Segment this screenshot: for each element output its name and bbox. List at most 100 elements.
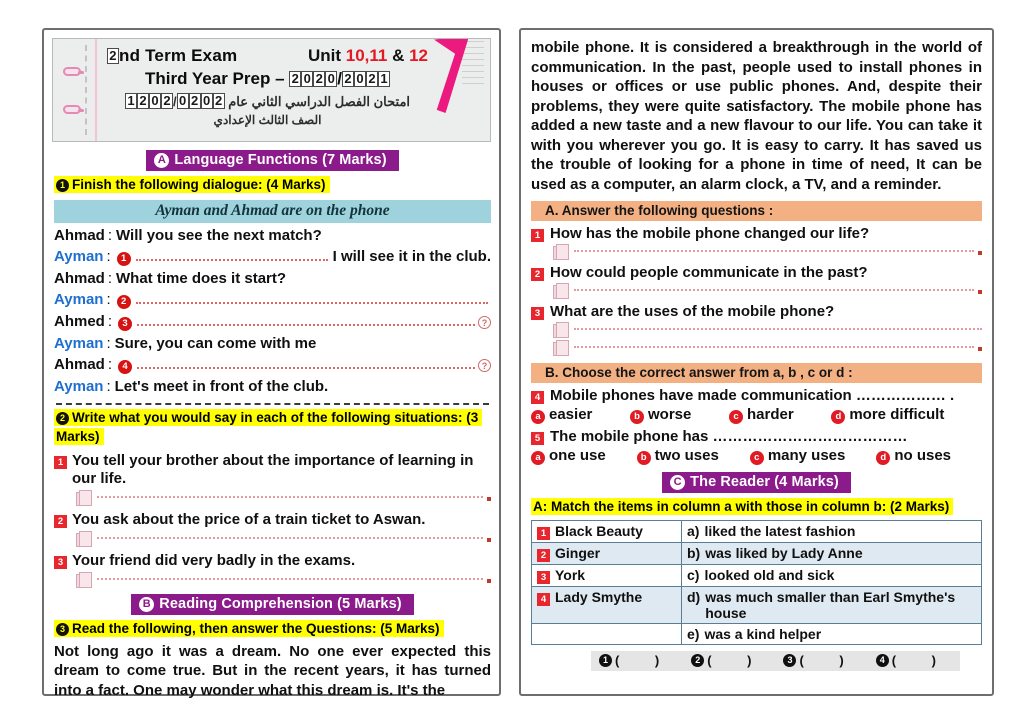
mcq-option[interactable]: c harder (729, 406, 831, 424)
answer-slot-parentheses[interactable]: ( ) (615, 653, 675, 668)
question-text: How has the mobile phone changed our lif… (550, 225, 870, 242)
match-item-number: 2 (537, 548, 550, 562)
mcq-option[interactable]: a one use (531, 447, 637, 465)
column-a-cell (531, 622, 682, 645)
boxed-digit: 0 (301, 71, 314, 87)
answer-blank[interactable] (574, 346, 974, 348)
answer-blank[interactable] (574, 289, 974, 291)
paper-stack-icon (76, 489, 92, 506)
answer-slot-parentheses[interactable]: ( ) (707, 653, 767, 668)
exam-title: 2nd Term Exam (107, 46, 237, 66)
dialogue-speaker: Ayman (54, 247, 104, 265)
dialogue-line: Ayman:2 (54, 291, 491, 309)
dialogue-speaker: Ahmad (54, 226, 105, 244)
match-option-label: a) (687, 522, 700, 539)
mcq-option[interactable]: a easier (531, 406, 630, 424)
dialogue-answer-blank[interactable] (137, 323, 475, 326)
dialogue-trailing-text: I will see it in the club. (332, 247, 491, 265)
situation-text: Your friend did very badly in the exams. (72, 551, 356, 569)
mcq-option-text: no uses (894, 447, 952, 464)
situation-answer-line[interactable] (76, 571, 491, 588)
situation-number: 1 (54, 455, 67, 469)
comprehension-question: 1 How has the mobile phone changed our li… (531, 225, 982, 242)
question-answer-line[interactable] (553, 244, 982, 260)
section-b-banner: B Reading Comprehension (5 Marks) (131, 593, 414, 615)
paper-stack-icon (553, 244, 569, 260)
paper-stack-icon (76, 571, 92, 588)
answer-slot[interactable]: 1( ) (598, 653, 675, 668)
comprehension-question: 2 How could people communicate in the pas… (531, 264, 982, 281)
answer-blank[interactable] (574, 250, 974, 252)
line-end-marker (487, 537, 491, 542)
answer-blank[interactable] (97, 577, 483, 580)
unit-last-number: 12 (409, 46, 428, 65)
question-text: How could people communicate in the past… (550, 264, 868, 281)
mcq-option[interactable]: c many uses (749, 447, 877, 465)
match-option-label: c) (687, 566, 700, 583)
question-two-heading: 2 Write what you would say in each of the… (54, 408, 483, 446)
question-text: What are the uses of the mobile phone? (550, 303, 835, 320)
question-one-heading: 1 Finish the following dialogue: (4 Marks… (54, 176, 330, 193)
match-item-number: 4 (537, 592, 550, 606)
arabic-exam-line: امتحان الفصل الدراسي الثاني عام 2020/202… (107, 93, 428, 110)
question-number: 1 (531, 229, 544, 242)
grade-and-year-line: Third Year Prep – 2 0 2 0/2 0 2 1 (107, 69, 428, 89)
column-a-cell: 3 York (531, 563, 682, 587)
boxed-digit: 2 (313, 71, 326, 87)
question-two-title: Write what you would say in each of the … (56, 409, 479, 445)
mcq-option-letter: b (636, 451, 651, 465)
mcq-option[interactable]: d more difficult (831, 406, 982, 424)
dialogue-speaker: Ayman (54, 290, 104, 308)
dialogue-line: Ahmad: Will you see the next match? (54, 227, 491, 244)
dialogue-colon: : (106, 377, 111, 395)
dialogue-answer-blank[interactable] (135, 258, 328, 261)
mcq-option[interactable]: b two uses (636, 447, 750, 465)
mcq-option-text: one use (549, 447, 606, 464)
dialogue-line: Ayman:1 I will see it in the club. (54, 248, 491, 266)
dialogue-speaker: Ahmed (54, 312, 105, 330)
question-three-number: 3 (56, 622, 69, 636)
question-two-number: 2 (56, 411, 69, 425)
question-one-title: Finish the following dialogue: (4 Marks) (72, 177, 326, 192)
answer-slot[interactable]: 3( ) (783, 653, 859, 668)
answer-slot[interactable]: 2( ) (691, 653, 767, 668)
mcq-option-text: more difficult (849, 406, 945, 423)
boxed-digit: 2 (289, 71, 302, 87)
answer-slot-parentheses[interactable]: ( ) (892, 653, 952, 668)
boxed-digit: 2 (160, 93, 173, 109)
situation-answer-line[interactable] (76, 489, 491, 506)
answer-slot-parentheses[interactable]: ( ) (799, 653, 859, 668)
question-answer-line[interactable] (553, 283, 982, 299)
question-answer-line[interactable] (553, 322, 982, 338)
section-letter-c-icon: C (670, 475, 686, 490)
mcq-option[interactable]: d no uses (876, 447, 982, 465)
match-answer-slots[interactable]: 1( ) 2( ) 3( ) 4( ) (591, 650, 960, 671)
paper-stack-icon (553, 283, 569, 299)
answer-slot[interactable]: 4( ) (875, 653, 952, 668)
answer-blank[interactable] (97, 536, 483, 539)
dialogue-text: Sure, you can come with me (114, 334, 317, 352)
answer-blank[interactable] (574, 328, 982, 330)
line-end-marker (487, 496, 491, 501)
paper-stack-icon (553, 340, 569, 356)
question-three-heading: 3 Read the following, then answer the Que… (54, 619, 444, 637)
question-mark-icon: ? (478, 315, 491, 329)
line-end-marker (978, 251, 982, 255)
answer-blank[interactable] (97, 495, 483, 498)
right-page-column: mobile phone. It is considered a breakth… (519, 28, 994, 696)
situation-answer-line[interactable] (76, 530, 491, 547)
mcq-option-text: harder (747, 406, 794, 423)
question-answer-line[interactable] (553, 340, 982, 356)
question-two-heading-wrap: 2 Write what you would say in each of the… (54, 408, 491, 447)
dialogue-line: Ahmad:4? (54, 356, 491, 374)
line-end-marker (978, 290, 982, 294)
mcq-option[interactable]: b worse (630, 406, 729, 424)
question-three-heading-wrap: 3 Read the following, then answer the Que… (54, 619, 491, 639)
dialogue-answer-blank[interactable] (137, 366, 475, 369)
question-one-heading-wrap: 1 Finish the following dialogue: (4 Marks… (54, 175, 491, 195)
situation-text: You tell your brother about the importan… (72, 451, 474, 487)
mcq-option-text: worse (648, 406, 692, 423)
dialogue-colon: : (106, 334, 111, 352)
dialogue-answer-blank[interactable] (135, 301, 488, 304)
match-item-text: Black Beauty (555, 522, 643, 539)
